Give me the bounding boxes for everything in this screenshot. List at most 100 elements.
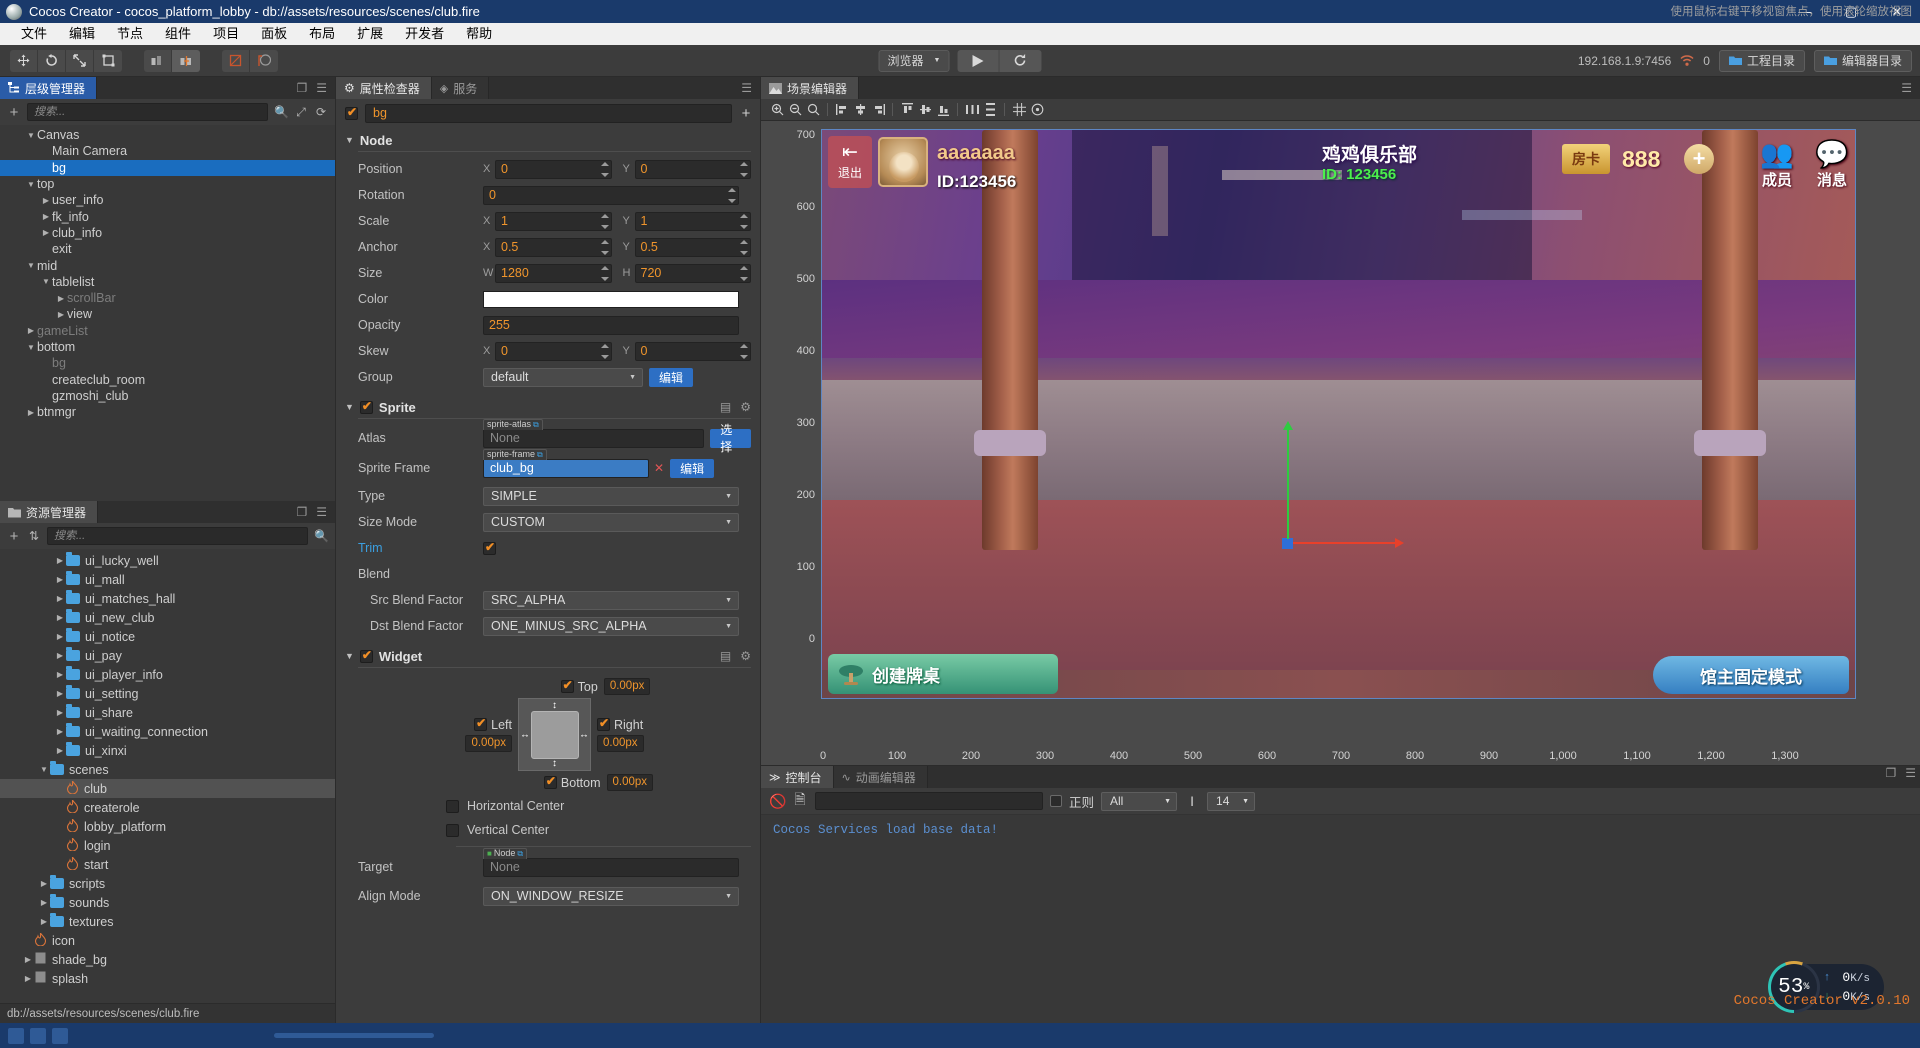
- hierarchy-node-bg[interactable]: ▶bg: [0, 355, 335, 371]
- menu-item-developer[interactable]: 开发者: [394, 23, 455, 45]
- log-level-select[interactable]: All: [1101, 791, 1178, 811]
- move-tool-icon[interactable]: [10, 49, 38, 72]
- widget-bottom-checkbox[interactable]: [543, 774, 557, 789]
- zoom-in-icon[interactable]: [769, 102, 785, 118]
- external-link-icon[interactable]: ⧉: [537, 449, 543, 460]
- asset-item-login[interactable]: ▶login: [0, 836, 335, 855]
- asset-item-ui-mall[interactable]: ▶ ui_mall: [0, 570, 335, 589]
- src-blend-select[interactable]: SRC_ALPHA: [483, 590, 739, 610]
- widget-left-value[interactable]: 0.00px: [465, 734, 512, 752]
- tab-hierarchy[interactable]: 层级管理器: [0, 77, 98, 99]
- preview-target-select[interactable]: 浏览器 ▼: [878, 49, 950, 72]
- console-filter-input[interactable]: [815, 792, 1043, 810]
- taskbar-item[interactable]: [52, 1027, 68, 1044]
- asset-item-ui-new-club[interactable]: ▶ ui_new_club: [0, 608, 335, 627]
- add-node-icon[interactable]: +: [7, 104, 21, 121]
- caret-right-icon[interactable]: ▶: [54, 594, 66, 603]
- asset-item-ui-notice[interactable]: ▶ ui_notice: [0, 627, 335, 646]
- align-center-h-icon[interactable]: [852, 102, 868, 118]
- widget-top-value[interactable]: 0.00px: [603, 678, 651, 695]
- sprite-frame-asset-field[interactable]: sprite-frame ⧉ club_bg: [483, 448, 649, 478]
- menu-item-file[interactable]: 文件: [10, 23, 58, 45]
- taskbar-item[interactable]: [8, 1027, 24, 1044]
- font-size-select[interactable]: 14: [1207, 791, 1256, 811]
- search-icon[interactable]: 🔍: [274, 105, 289, 119]
- search-icon[interactable]: 🔍: [314, 529, 329, 543]
- taskbar-item[interactable]: [30, 1027, 46, 1044]
- caret-down-icon[interactable]: ▼: [25, 261, 37, 270]
- clear-sprite-frame-icon[interactable]: ✕: [654, 461, 664, 475]
- stepper[interactable]: [739, 213, 749, 229]
- caret-down-icon[interactable]: ▼: [38, 765, 50, 774]
- hierarchy-search-input[interactable]: 搜索...: [27, 103, 268, 121]
- asset-item-createrole[interactable]: ▶createrole: [0, 798, 335, 817]
- play-button[interactable]: [957, 49, 1000, 72]
- sync-icon[interactable]: ⟳: [314, 105, 328, 119]
- pivot-center-icon[interactable]: [144, 49, 172, 72]
- console-log-area[interactable]: Cocos Services load base data! ↑ 0K/s ↓ …: [761, 814, 1920, 1023]
- asset-item-ui-xinxi[interactable]: ▶ ui_xinxi: [0, 741, 335, 760]
- gizmo-center-handle[interactable]: [1282, 538, 1293, 549]
- position-x-input[interactable]: 0: [495, 159, 612, 179]
- gizmo-toggle-icon[interactable]: [1029, 102, 1045, 118]
- assets-search-input[interactable]: 搜索...: [47, 527, 308, 545]
- caret-right-icon[interactable]: ▶: [55, 294, 67, 303]
- caret-right-icon[interactable]: ▶: [40, 196, 52, 205]
- add-asset-icon[interactable]: +: [7, 528, 21, 545]
- tab-properties[interactable]: ⚙ 属性检查器: [336, 77, 432, 99]
- trim-checkbox[interactable]: [483, 540, 496, 555]
- atlas-select-button[interactable]: 选择: [710, 423, 751, 454]
- asset-item-ui-waiting-connection[interactable]: ▶ ui_waiting_connection: [0, 722, 335, 741]
- expand-icon[interactable]: ⤢: [294, 105, 308, 120]
- asset-item-ui-share[interactable]: ▶ ui_share: [0, 703, 335, 722]
- align-right-icon[interactable]: [870, 102, 886, 118]
- hierarchy-node-mid[interactable]: ▼ mid: [0, 257, 335, 273]
- game-exit-button[interactable]: ⇤ 退出: [828, 136, 872, 188]
- tab-console[interactable]: ≫ 控制台: [761, 766, 834, 788]
- menu-item-edit[interactable]: 编辑: [58, 23, 106, 45]
- asset-item-icon[interactable]: ▶icon: [0, 931, 335, 950]
- skew-x-input[interactable]: 0: [495, 341, 612, 361]
- sort-icon[interactable]: ⇅: [27, 529, 41, 543]
- game-add-card-button[interactable]: +: [1684, 144, 1714, 174]
- vertical-center-checkbox[interactable]: [446, 823, 459, 837]
- target-value[interactable]: None: [483, 857, 739, 877]
- rect-tool-icon[interactable]: [94, 49, 122, 72]
- caret-right-icon[interactable]: ▶: [54, 708, 66, 717]
- section-header-widget[interactable]: ▼ Widget ▤ ⚙: [336, 645, 760, 667]
- group-select[interactable]: default: [483, 367, 643, 387]
- menu-item-panel[interactable]: 面板: [250, 23, 298, 45]
- hierarchy-node-createclub-room[interactable]: ▶createclub_room: [0, 371, 335, 387]
- menu-item-component[interactable]: 组件: [154, 23, 202, 45]
- game-message-button[interactable]: 💬 消息: [1802, 140, 1855, 190]
- refresh-button[interactable]: [999, 49, 1042, 72]
- hierarchy-node-main-camera[interactable]: ▶Main Camera: [0, 143, 335, 159]
- color-swatch[interactable]: [483, 290, 739, 308]
- caret-right-icon[interactable]: ▶: [54, 632, 66, 641]
- stepper[interactable]: [739, 161, 749, 177]
- rotation-input[interactable]: 0: [483, 185, 739, 205]
- menu-icon[interactable]: ☰: [741, 81, 752, 95]
- hierarchy-node-view[interactable]: ▶ view: [0, 306, 335, 322]
- asset-item-ui-player-info[interactable]: ▶ ui_player_info: [0, 665, 335, 684]
- scale-x-input[interactable]: 1: [495, 211, 612, 231]
- popout-icon[interactable]: ❐: [296, 81, 307, 95]
- tab-assets[interactable]: 资源管理器: [0, 501, 99, 523]
- caret-right-icon[interactable]: ▶: [38, 879, 50, 888]
- hierarchy-node-fk-info[interactable]: ▶ fk_info: [0, 208, 335, 224]
- rotate-tool-icon[interactable]: [38, 49, 66, 72]
- sprite-type-select[interactable]: SIMPLE: [483, 486, 739, 506]
- align-center-v-icon[interactable]: [917, 102, 933, 118]
- tab-scene-editor[interactable]: 场景编辑器: [761, 77, 860, 99]
- section-header-node[interactable]: ▼ Node: [336, 129, 760, 151]
- hierarchy-node-tablelist[interactable]: ▼ tablelist: [0, 274, 335, 290]
- hierarchy-node-exit[interactable]: ▶exit: [0, 241, 335, 257]
- asset-item-start[interactable]: ▶start: [0, 855, 335, 874]
- dst-blend-select[interactable]: ONE_MINUS_SRC_ALPHA: [483, 616, 739, 636]
- caret-right-icon[interactable]: ▶: [38, 898, 50, 907]
- caret-right-icon[interactable]: ▶: [54, 746, 66, 755]
- popout-icon[interactable]: ❐: [296, 505, 307, 519]
- node-name-input[interactable]: bg: [365, 103, 732, 123]
- tab-services[interactable]: ◈ 服务: [431, 77, 490, 99]
- menu-item-project[interactable]: 项目: [202, 23, 250, 45]
